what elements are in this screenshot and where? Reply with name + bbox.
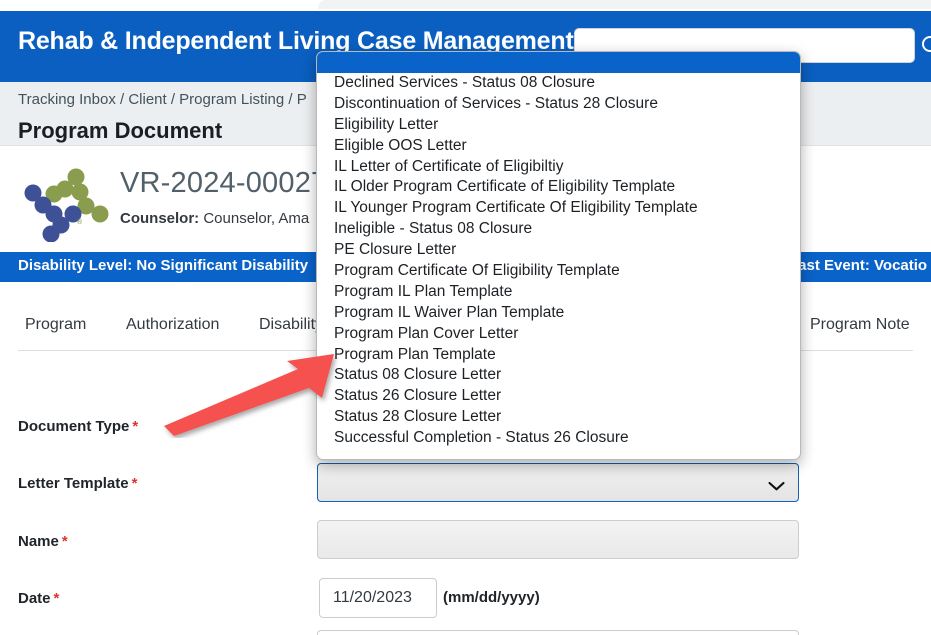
dropdown-option-list: Declined Services - Status 08 Closure Di… (317, 73, 800, 449)
required-asterisk: * (132, 418, 139, 435)
counselor-name: Counselor, Ama (203, 210, 310, 227)
dropdown-option[interactable]: Declined Services - Status 08 Closure (317, 73, 800, 94)
last-event-status: Last Event: Vocatio (789, 257, 928, 274)
dropdown-option[interactable]: Eligible OOS Letter (317, 136, 800, 157)
dropdown-option[interactable]: Program IL Plan Template (317, 282, 800, 303)
disability-level-status: Disability Level: No Significant Disabil… (18, 257, 309, 274)
dropdown-option[interactable]: Successful Completion - Status 26 Closur… (317, 428, 800, 449)
letter-template-select[interactable] (317, 463, 799, 502)
name-input[interactable] (317, 520, 799, 559)
dropdown-option[interactable]: IL Letter of Certificate of Eligibiltiy (317, 157, 800, 178)
dropdown-option[interactable]: Program Plan Template (317, 345, 800, 366)
dropdown-option[interactable]: Discontinuation of Services - Status 28 … (317, 94, 800, 115)
date-value: 11/20/2023 (333, 589, 412, 606)
next-field-input[interactable] (317, 630, 799, 635)
chevron-down-icon (768, 478, 785, 490)
label-name-text: Name (18, 533, 59, 550)
tab-program[interactable]: Program (25, 316, 86, 334)
date-input[interactable]: 11/20/2023 (319, 578, 437, 618)
breadcrumb[interactable]: Tracking Inbox / Client / Program Listin… (18, 91, 307, 108)
case-id: VR-2024-00027 (120, 167, 328, 199)
dropdown-option[interactable]: Program Plan Cover Letter (317, 324, 800, 345)
browser-chrome-strip (0, 0, 931, 11)
label-letter-template-text: Letter Template (18, 475, 129, 492)
label-date-text: Date (18, 590, 51, 607)
dropdown-option[interactable]: Program IL Waiver Plan Template (317, 303, 800, 324)
application-root: Rehab & Independent Living Case Manageme… (0, 0, 931, 635)
dropdown-option[interactable]: Status 28 Closure Letter (317, 407, 800, 428)
dropdown-selected-option[interactable] (317, 52, 800, 73)
tab-program-note[interactable]: Program Note (810, 316, 910, 334)
label-name: Name * (18, 533, 68, 550)
label-document-type-text: Document Type (18, 418, 130, 435)
tab-authorization[interactable]: Authorization (126, 316, 219, 334)
dropdown-option[interactable]: Program Certificate Of Eligibility Templ… (317, 261, 800, 282)
counselor-label: Counselor: (120, 210, 200, 227)
required-asterisk: * (61, 533, 68, 550)
dropdown-option[interactable]: Status 26 Closure Letter (317, 386, 800, 407)
label-date: Date * (18, 590, 59, 607)
dropdown-option[interactable]: Eligibility Letter (317, 115, 800, 136)
page-title: Program Document (18, 118, 223, 143)
dropdown-option[interactable]: PE Closure Letter (317, 240, 800, 261)
required-asterisk: * (53, 590, 60, 607)
date-format-hint: (mm/dd/yyyy) (443, 589, 540, 606)
dropdown-option[interactable]: Status 08 Closure Letter (317, 365, 800, 386)
label-document-type: Document Type * (18, 418, 138, 435)
agency-dots-logo: ® (18, 164, 110, 243)
label-letter-template: Letter Template * (18, 475, 137, 492)
browser-tab-strip (318, 0, 931, 9)
svg-text:®: ® (76, 218, 83, 226)
tab-disability[interactable]: Disability (259, 316, 323, 334)
document-type-dropdown[interactable]: Declined Services - Status 08 Closure Di… (316, 51, 801, 460)
dropdown-option[interactable]: IL Younger Program Certificate Of Eligib… (317, 198, 800, 219)
dropdown-option[interactable]: IL Older Program Certificate of Eligibil… (317, 177, 800, 198)
search-icon[interactable] (919, 33, 931, 57)
case-counselor: Counselor: Counselor, Ama (120, 210, 309, 227)
dropdown-option[interactable]: Ineligible - Status 08 Closure (317, 219, 800, 240)
required-asterisk: * (131, 475, 138, 492)
